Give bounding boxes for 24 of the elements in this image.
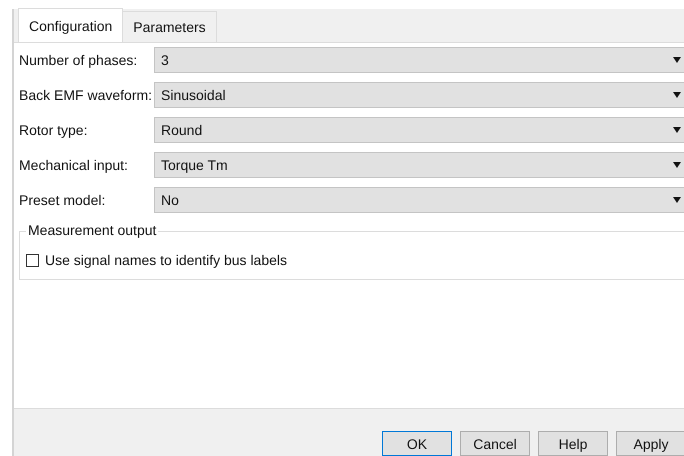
caret-icon bbox=[673, 197, 681, 203]
caret-icon bbox=[673, 127, 681, 133]
dropdown[interactable]: Sinusoidal bbox=[154, 82, 684, 108]
field-label: Rotor type: bbox=[19, 122, 88, 138]
caret-icon bbox=[673, 92, 681, 98]
caret-icon bbox=[673, 57, 681, 63]
group-title: Measurement output bbox=[26, 222, 158, 238]
field-label: Mechanical input: bbox=[19, 157, 129, 173]
tab[interactable]: Configuration bbox=[18, 8, 124, 42]
checkbox[interactable]: Use signal names to identify bus labels bbox=[26, 252, 288, 268]
dropdown[interactable]: Torque Tm bbox=[154, 152, 684, 178]
checkbox-box[interactable] bbox=[26, 254, 39, 266]
field-label: Preset model: bbox=[19, 192, 106, 208]
dialog-button[interactable]: Apply bbox=[616, 431, 684, 456]
dropdown[interactable]: Round bbox=[154, 117, 684, 143]
tab[interactable]: Parameters bbox=[123, 11, 217, 42]
caret-icon bbox=[673, 162, 681, 168]
dialog-button[interactable]: OK bbox=[382, 431, 452, 456]
dialog-button[interactable]: Help bbox=[538, 431, 608, 456]
dropdown[interactable]: 3 bbox=[154, 47, 684, 73]
dropdown[interactable]: No bbox=[154, 187, 684, 213]
dialog-button[interactable]: Cancel bbox=[460, 431, 530, 456]
field-label: Back EMF waveform: bbox=[19, 87, 154, 103]
field-label: Number of phases: bbox=[19, 52, 138, 68]
